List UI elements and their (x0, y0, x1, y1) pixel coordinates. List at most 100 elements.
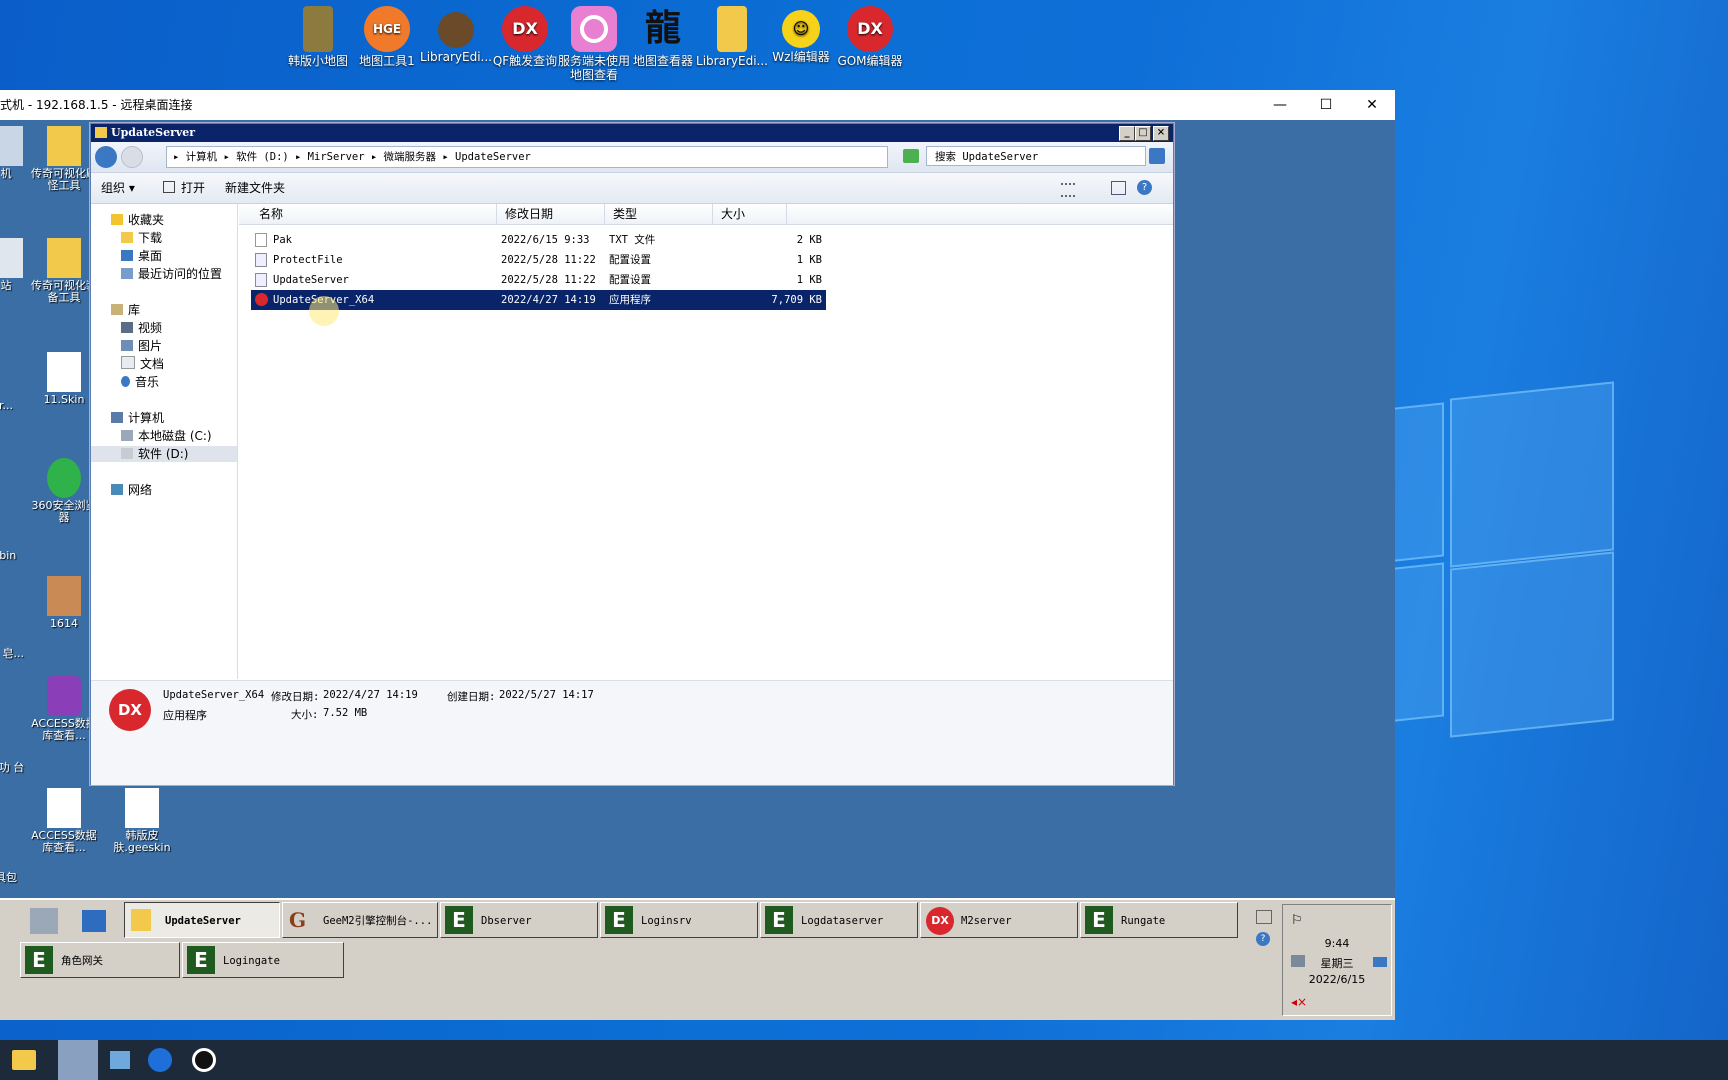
nav-downloads[interactable]: 下载 (121, 230, 162, 246)
nav-desktop[interactable]: 桌面 (121, 248, 162, 264)
help-icon[interactable]: ? (1137, 180, 1152, 195)
browser-360-icon (47, 458, 81, 498)
nav-favorites[interactable]: 收藏夹 (111, 212, 164, 228)
engine-e-icon: E (605, 906, 633, 934)
library-editor-icon (438, 12, 474, 48)
desktop-icon-6[interactable]: LibraryEdi... (694, 6, 770, 68)
nav-music[interactable]: 音乐 (121, 374, 159, 390)
task-m2server[interactable]: DX M2server (920, 902, 1078, 938)
task-updateserver[interactable]: UpdateServer (124, 902, 280, 938)
nav-network[interactable]: 网络 (111, 482, 152, 498)
breadcrumb[interactable]: ▸ 计算机 ▸ 软件 (D:) ▸ MirServer ▸ 微端服务器 ▸ Up… (166, 146, 888, 168)
ring-icon (571, 6, 617, 52)
rdp-minimize-button[interactable]: — (1257, 90, 1303, 120)
explorer-titlebar[interactable]: UpdateServer _ □ × (91, 124, 1173, 142)
view-options-icon[interactable] (1061, 183, 1075, 197)
music-icon (121, 376, 130, 387)
dx-app-icon: DX (109, 689, 151, 731)
back-button[interactable] (95, 146, 117, 168)
task-geem2[interactable]: G GeeM2引擎控制台-... (282, 902, 438, 938)
table-row[interactable]: ProtectFile 2022/5/28 11:22 配置设置 1 KB (251, 250, 826, 270)
folder-icon (717, 6, 747, 52)
folder-map-icon (303, 6, 333, 52)
open-icon (163, 181, 175, 193)
k-app-icon[interactable] (148, 1048, 172, 1072)
task-role-gateway[interactable]: E 角色网关 (20, 942, 180, 978)
quicklaunch-computer-icon[interactable] (30, 908, 58, 934)
nav-recent[interactable]: 最近访问的位置 (121, 266, 222, 282)
explorer-close-button[interactable]: × (1153, 126, 1169, 141)
column-headers: 名称 修改日期 类型 大小 (239, 204, 1173, 225)
notepad-icon[interactable] (110, 1051, 130, 1069)
computer-icon (0, 126, 23, 166)
network-icon (111, 484, 123, 495)
drive-icon (121, 430, 133, 441)
forward-button[interactable] (121, 146, 143, 168)
desktop-icon-8[interactable]: DX GOM编辑器 (832, 6, 908, 68)
rdp-titlebar[interactable]: 式机 - 192.168.1.5 - 远程桌面连接 — ☐ ✕ (0, 90, 1395, 120)
desktop-icon-7[interactable]: ☺ Wzl编辑器 (763, 6, 839, 64)
display-icon[interactable] (1373, 957, 1387, 967)
dx-icon: DX (847, 6, 893, 52)
column-modified[interactable]: 修改日期 (497, 204, 605, 224)
clock-date[interactable]: 2022/6/15 (1283, 973, 1391, 986)
remote-desktop-icon[interactable] (58, 1040, 98, 1080)
rdp-maximize-button[interactable]: ☐ (1303, 90, 1349, 120)
config-file-icon (255, 253, 267, 267)
desktop-icon-3[interactable]: DX QF触发查询 (487, 6, 563, 68)
tray-help-icon[interactable]: ? (1256, 932, 1270, 946)
organize-button[interactable]: 组织 ▾ (101, 173, 135, 203)
nav-drive-c[interactable]: 本地磁盘 (C:) (121, 428, 212, 444)
navigation-pane: 收藏夹 下载 桌面 最近访问的位置 库 视频 图片 文档 音乐 计算机 本地磁盘… (91, 204, 238, 679)
tray-collapse-icon[interactable] (1256, 910, 1272, 924)
quicklaunch-powershell-icon[interactable] (82, 910, 106, 932)
desktop-icon-5[interactable]: 龍 地图查看器 (625, 6, 701, 69)
search-icon[interactable] (1149, 148, 1165, 164)
task-rungate[interactable]: E Rungate (1080, 902, 1238, 938)
explorer-minimize-button[interactable]: _ (1119, 126, 1135, 141)
file-explorer-icon[interactable] (12, 1050, 36, 1070)
explorer-window: UpdateServer _ □ × ▸ 计算机 ▸ 软件 (D:) ▸ Mir… (90, 123, 1174, 785)
task-logdataserver[interactable]: E Logdataserver (760, 902, 918, 938)
explorer-maximize-button[interactable]: □ (1135, 126, 1151, 141)
record-icon[interactable] (192, 1048, 216, 1072)
search-input[interactable]: 搜索 UpdateServer (926, 146, 1146, 166)
column-name[interactable]: 名称 (251, 204, 497, 224)
table-row[interactable]: UpdateServer 2022/5/28 11:22 配置设置 1 KB (251, 270, 826, 290)
rdp-close-button[interactable]: ✕ (1349, 90, 1395, 120)
new-folder-button[interactable]: 新建文件夹 (225, 173, 285, 203)
details-type: 应用程序 (163, 709, 207, 722)
geem2-icon: G (289, 908, 307, 932)
table-row[interactable]: Pak 2022/6/15 9:33 TXT 文件 2 KB (251, 230, 826, 250)
flag-icon[interactable]: ⚐ (1291, 913, 1303, 928)
nav-libraries[interactable]: 库 (111, 302, 140, 318)
nav-videos[interactable]: 视频 (121, 320, 162, 336)
refresh-icon[interactable] (903, 149, 919, 163)
remote-icon-12[interactable]: 韩版皮肤.geeskin (106, 788, 178, 854)
desktop-icon-2[interactable]: LibraryEdi... (418, 6, 494, 64)
nav-pictures[interactable]: 图片 (121, 338, 162, 354)
preview-pane-icon[interactable] (1111, 181, 1126, 195)
nav-drive-d[interactable]: 软件 (D:) (91, 446, 237, 462)
engine-e-icon: E (25, 946, 53, 974)
config-file-icon (255, 273, 267, 287)
nav-computer[interactable]: 计算机 (111, 410, 164, 426)
task-logingate[interactable]: E Logingate (182, 942, 344, 978)
remote-icon-11[interactable]: ACCESS数据库查看... (28, 788, 100, 854)
desktop-icon-1[interactable]: HGE 地图工具1 (349, 6, 425, 68)
command-bar: 组织 ▾ 打开 新建文件夹 ? (91, 173, 1173, 204)
nav-documents[interactable]: 文档 (121, 356, 164, 372)
desktop-icon-0[interactable]: 韩版小地图 (280, 6, 356, 68)
clock-time[interactable]: 9:44 (1283, 937, 1391, 950)
host-taskbar (0, 1040, 1728, 1080)
desktop-icon-4[interactable]: 服务端未使用地图查看 (556, 6, 632, 82)
details-size: 7.52 MB (323, 707, 368, 719)
volume-muted-icon[interactable]: ◂× (1291, 995, 1307, 1009)
column-type[interactable]: 类型 (605, 204, 713, 224)
task-dbserver[interactable]: E Dbserver (440, 902, 598, 938)
downloads-icon (121, 232, 133, 243)
task-loginsrv[interactable]: E Loginsrv (600, 902, 758, 938)
folder-icon (47, 126, 81, 166)
open-button[interactable]: 打开 (163, 173, 205, 203)
column-size[interactable]: 大小 (713, 204, 787, 224)
